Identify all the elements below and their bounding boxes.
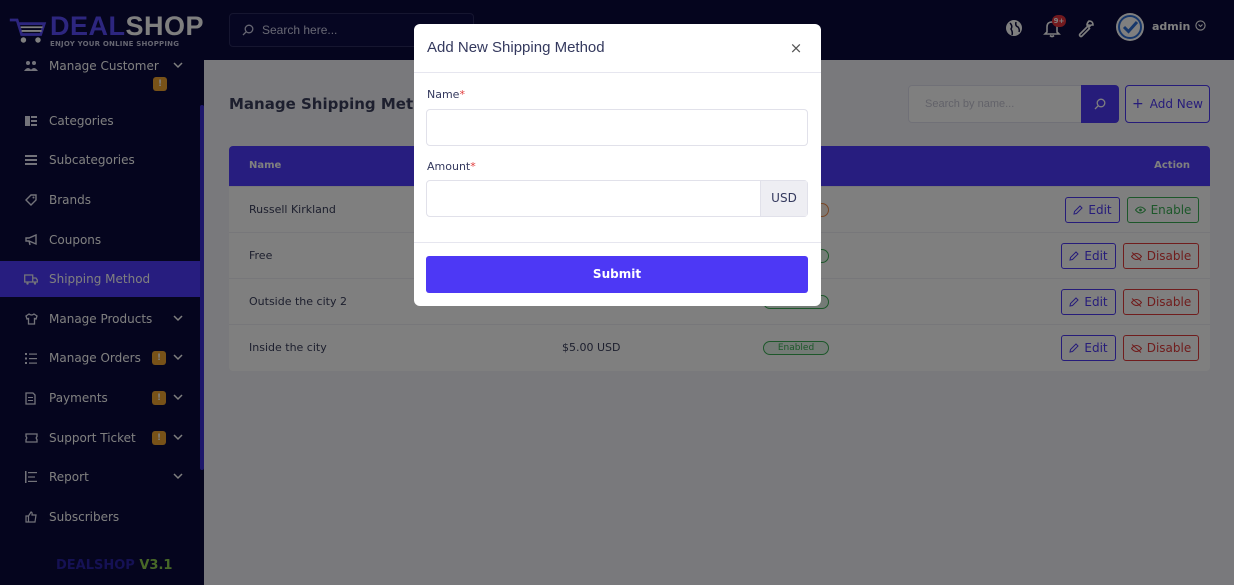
name-field[interactable] [426, 109, 808, 146]
modal-divider [414, 242, 821, 243]
modal-title: Add New Shipping Method [427, 39, 605, 56]
name-field-label: Name* [427, 88, 465, 101]
submit-button[interactable]: Submit [426, 256, 808, 293]
amount-field-group: USD [426, 180, 808, 217]
close-icon[interactable]: × [788, 39, 804, 57]
amount-field[interactable] [427, 181, 761, 216]
amount-field-label: Amount* [427, 160, 476, 173]
currency-addon: USD [760, 181, 807, 216]
modal-header: Add New Shipping Method × [414, 24, 821, 73]
add-shipping-method-modal: Add New Shipping Method × Name* Amount* … [414, 24, 821, 306]
